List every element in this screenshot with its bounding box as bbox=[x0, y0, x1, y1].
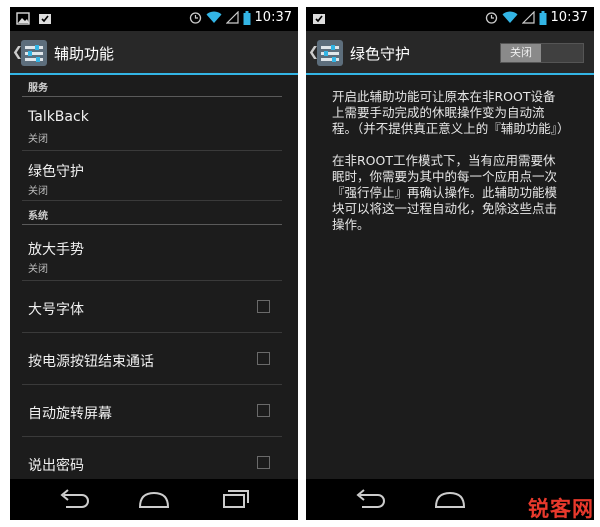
description-paragraph: 在非ROOT工作模式下，当有应用需要休眠时，你需要为其中的每一个应用点一次『强行… bbox=[332, 153, 558, 232]
signal-icon bbox=[521, 11, 535, 24]
status-bar: 10:37 bbox=[306, 7, 594, 31]
large-text-checkbox[interactable] bbox=[257, 300, 270, 313]
action-bar: ❮ 绿色守护 关闭 bbox=[306, 31, 594, 75]
greenify-detail-screen: 10:37 ❮ 绿色守护 关闭 开启此辅助功能可让原本在非ROOT设备上需要手动… bbox=[306, 7, 594, 520]
recent-apps-icon[interactable] bbox=[214, 487, 254, 511]
clipboard-notification-icon bbox=[39, 14, 51, 24]
list-item-talkback[interactable]: TalkBack 关闭 bbox=[22, 99, 282, 151]
alarm-icon bbox=[189, 12, 201, 24]
list-item-magnification-gestures[interactable]: 放大手势 关闭 bbox=[22, 229, 282, 281]
watermark-logo: 锐客网 bbox=[528, 497, 594, 521]
section-header-system: 系统 bbox=[22, 205, 282, 225]
accessibility-settings-screen: 10:37 ❮ 辅助功能 服务 TalkBack 关闭 绿色守护 关闭 系统 放… bbox=[10, 7, 298, 520]
power-ends-call-checkbox[interactable] bbox=[257, 352, 270, 365]
home-icon[interactable] bbox=[134, 487, 174, 511]
back-icon[interactable] bbox=[54, 487, 94, 511]
auto-rotate-checkbox[interactable] bbox=[257, 404, 270, 417]
signal-icon bbox=[225, 11, 239, 24]
home-icon[interactable] bbox=[430, 487, 470, 511]
battery-icon bbox=[243, 10, 251, 25]
switch-label: 关闭 bbox=[501, 44, 541, 62]
status-time: 10:37 bbox=[254, 10, 292, 25]
list-item-power-ends-call[interactable]: 按电源按钮结束通话 bbox=[22, 333, 282, 385]
status-time: 10:37 bbox=[550, 10, 588, 25]
speak-passwords-checkbox[interactable] bbox=[257, 456, 270, 469]
list-item-greenify[interactable]: 绿色守护 关闭 bbox=[22, 151, 282, 201]
alarm-icon bbox=[485, 12, 497, 24]
page-title: 绿色守护 bbox=[350, 45, 411, 63]
action-bar: ❮ 辅助功能 bbox=[10, 31, 298, 75]
battery-icon bbox=[539, 10, 547, 25]
wifi-icon bbox=[502, 11, 518, 23]
description-paragraph: 开启此辅助功能可让原本在非ROOT设备上需要手动完成的休眠操作变为自动流程。（并… bbox=[332, 89, 570, 136]
navigation-bar bbox=[10, 479, 298, 520]
section-header-services: 服务 bbox=[22, 77, 282, 97]
settings-app-icon[interactable] bbox=[21, 40, 47, 66]
service-toggle-switch[interactable]: 关闭 bbox=[500, 43, 584, 63]
back-icon[interactable] bbox=[350, 487, 390, 511]
page-title: 辅助功能 bbox=[54, 45, 115, 63]
description-text: 开启此辅助功能可让原本在非ROOT设备上需要手动完成的休眠操作变为自动流程。（并… bbox=[332, 89, 570, 249]
wifi-icon bbox=[206, 11, 222, 23]
list-item-large-text[interactable]: 大号字体 bbox=[22, 281, 282, 333]
list-item-auto-rotate[interactable]: 自动旋转屏幕 bbox=[22, 385, 282, 437]
status-bar: 10:37 bbox=[10, 7, 298, 31]
clipboard-notification-icon bbox=[313, 14, 325, 24]
settings-app-icon[interactable] bbox=[317, 40, 343, 66]
image-notification-icon bbox=[16, 12, 30, 25]
